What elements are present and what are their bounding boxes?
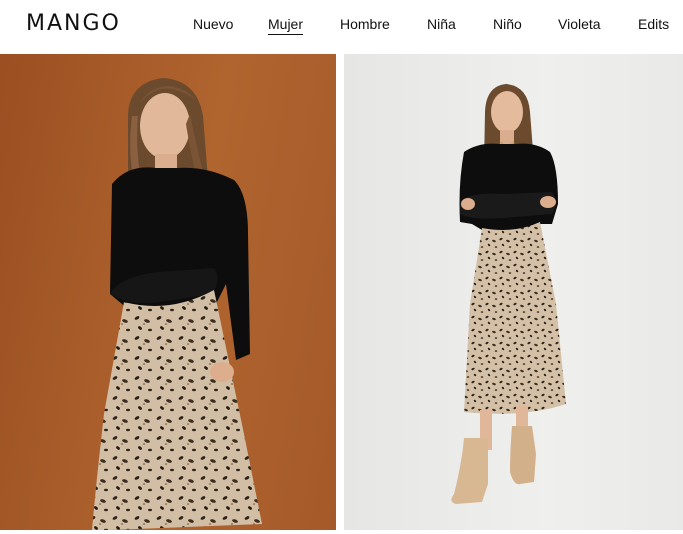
nav-item-mujer[interactable]: Mujer [268,15,304,35]
nav-item-violeta[interactable]: Violeta [558,15,601,33]
nav-item-hombre[interactable]: Hombre [340,15,390,33]
model-illustration-left [92,78,262,530]
nav-item-nina[interactable]: Niña [427,15,456,33]
product-photo-front[interactable] [0,54,336,530]
nav-item-nuevo[interactable]: Nuevo [193,15,233,33]
site-header: MANGO Nuevo Mujer Hombre Niña Niño Viole… [0,0,683,48]
nav-item-edits[interactable]: Edits [638,15,669,33]
product-photo-full[interactable] [344,54,683,530]
nav-item-nino[interactable]: Niño [493,15,522,33]
mango-logo[interactable]: MANGO [26,8,121,40]
product-gallery [0,54,683,530]
model-illustration-right [451,84,566,504]
